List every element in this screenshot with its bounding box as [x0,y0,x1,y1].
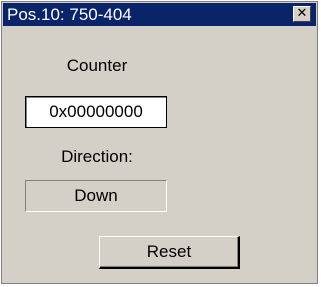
direction-value-field: Down [25,180,167,212]
close-button[interactable]: ✕ [293,6,311,22]
counter-label: Counter [66,56,128,75]
counter-dialog: Pos.10: 750-404 ✕ Counter 0x00000000 Dir… [1,1,318,284]
direction-label: Direction: [61,147,133,166]
reset-button[interactable]: Reset [99,236,240,269]
close-icon: ✕ [296,6,308,21]
counter-value-field: 0x00000000 [25,96,167,128]
window-title: Pos.10: 750-404 [7,5,132,24]
title-bar[interactable]: Pos.10: 750-404 ✕ [3,3,316,26]
